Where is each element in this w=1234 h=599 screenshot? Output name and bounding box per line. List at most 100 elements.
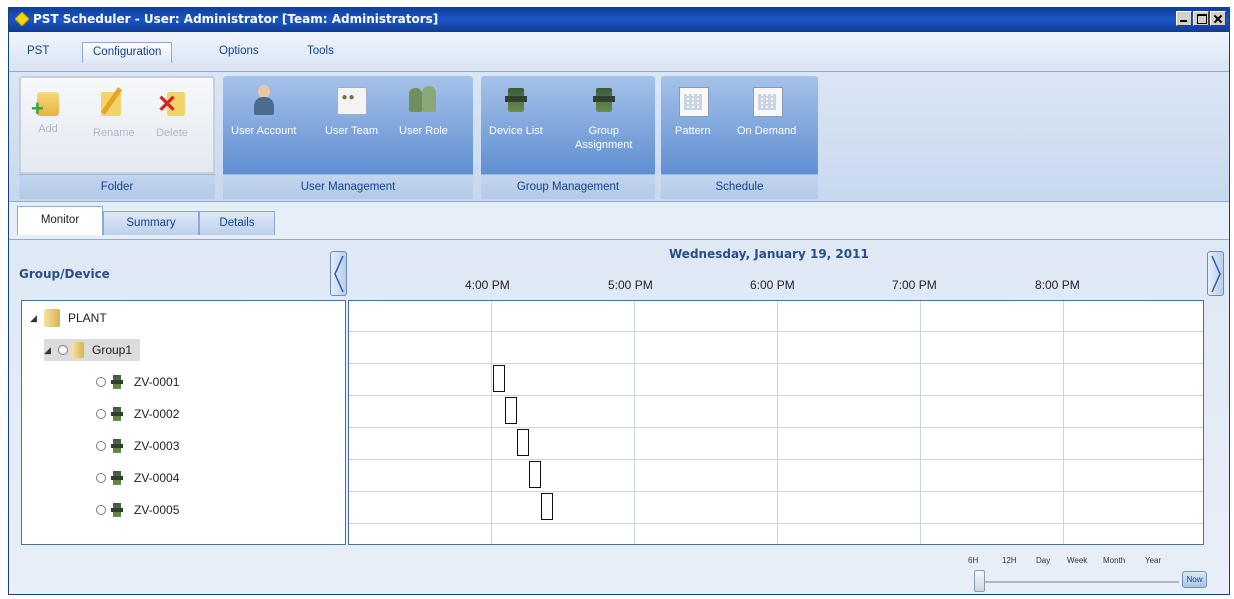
view-tabs: Monitor Summary Details — [9, 203, 1229, 239]
rename-folder-button[interactable]: Rename — [93, 86, 135, 140]
device-icon — [110, 502, 124, 518]
tree-node-label: ZV-0004 — [134, 471, 180, 485]
tree-node-device[interactable]: ZV-0003 — [96, 435, 179, 457]
scroll-right-button[interactable] — [1207, 251, 1224, 296]
schedule-bar[interactable] — [493, 365, 505, 392]
device-icon — [110, 406, 124, 422]
folder-icon — [72, 342, 84, 358]
monitor-panel: Group/Device Wednesday, January 19, 2011… — [9, 239, 1229, 594]
ribbon-group-label: Group Management — [481, 174, 655, 199]
user-account-button[interactable]: User Account — [231, 84, 296, 138]
hour-label: 6:00 PM — [750, 278, 795, 292]
user-account-icon — [247, 84, 281, 118]
chevron-right-icon — [1211, 255, 1221, 293]
select-radio[interactable] — [96, 441, 106, 451]
tree-node-group1[interactable]: ◢ Group1 — [44, 339, 141, 361]
ribbon-group-label: User Management — [223, 174, 473, 199]
folder-icon — [44, 309, 60, 327]
ribbon-group-label: Schedule — [661, 174, 818, 199]
folder-add-icon — [31, 92, 59, 122]
pattern-icon — [676, 84, 710, 118]
timeline-date: Wednesday, January 19, 2011 — [669, 247, 869, 261]
menu-tab-tools[interactable]: Tools — [297, 42, 344, 63]
select-radio[interactable] — [96, 409, 106, 419]
device-icon — [110, 374, 124, 390]
user-role-icon — [406, 84, 440, 118]
select-radio[interactable] — [96, 377, 106, 387]
group-device-header: Group/Device — [19, 267, 110, 281]
tree-node-label: Group1 — [92, 343, 133, 357]
window-title: PST Scheduler - User: Administrator [Tea… — [33, 12, 439, 26]
hour-label: 5:00 PM — [608, 278, 653, 292]
tree-node-label: ZV-0003 — [134, 439, 180, 453]
select-radio[interactable] — [58, 345, 68, 355]
schedule-bar[interactable] — [541, 493, 553, 520]
delete-icon — [155, 86, 189, 120]
ribbon-group-group-management: Device List Group Assignment Group Manag… — [481, 76, 655, 199]
pattern-button[interactable]: Pattern — [675, 84, 710, 138]
user-team-button[interactable]: User Team — [325, 84, 378, 138]
ribbon: Add Rename Delete Folder User Account — [9, 71, 1229, 202]
select-radio[interactable] — [96, 473, 106, 483]
tab-monitor[interactable]: Monitor — [17, 206, 103, 235]
rename-icon — [97, 86, 131, 120]
zoom-label-week[interactable]: Week — [1067, 556, 1087, 565]
menu-tab-configuration[interactable]: Configuration — [82, 42, 173, 63]
zoom-slider-thumb[interactable] — [974, 570, 985, 592]
tree-node-label: ZV-0002 — [134, 407, 180, 421]
zoom-label-day[interactable]: Day — [1036, 556, 1050, 565]
tree-node-plant[interactable]: ◢ PLANT — [30, 307, 107, 329]
group-device-tree: ◢ PLANT ◢ Group1 ZV-0001 ZV-0002 ZV-0003… — [21, 300, 346, 545]
ribbon-group-folder: Add Rename Delete Folder — [19, 76, 215, 199]
hour-label: 4:00 PM — [465, 278, 510, 292]
title-bar[interactable]: PST Scheduler - User: Administrator [Tea… — [9, 8, 1229, 32]
tree-node-device[interactable]: ZV-0002 — [96, 403, 179, 425]
maximize-button[interactable] — [1193, 11, 1209, 26]
tree-node-device[interactable]: ZV-0001 — [96, 371, 179, 393]
add-folder-button[interactable]: Add — [31, 86, 59, 136]
user-role-button[interactable]: User Role — [399, 84, 448, 138]
zoom-label-year[interactable]: Year — [1145, 556, 1161, 565]
tree-node-label: ZV-0005 — [134, 503, 180, 517]
delete-folder-button[interactable]: Delete — [155, 86, 189, 140]
app-diamond-icon — [15, 12, 29, 26]
menu-tab-options[interactable]: Options — [209, 42, 269, 63]
ribbon-group-user-management: User Account User Team User Role User Ma… — [223, 76, 473, 199]
tree-node-device[interactable]: ZV-0005 — [96, 499, 179, 521]
select-radio[interactable] — [96, 505, 106, 515]
now-button[interactable]: Now — [1182, 571, 1207, 588]
tab-details[interactable]: Details — [199, 211, 275, 235]
main-window: PST Scheduler - User: Administrator [Tea… — [8, 7, 1230, 595]
zoom-label-month[interactable]: Month — [1103, 556, 1125, 565]
zoom-label-12h[interactable]: 12H — [1002, 556, 1017, 565]
menu-tab-pst[interactable]: PST — [17, 42, 59, 63]
tree-node-label: ZV-0001 — [134, 375, 180, 389]
expand-icon[interactable]: ◢ — [30, 313, 40, 324]
ribbon-group-label: Folder — [19, 174, 215, 199]
hour-label: 7:00 PM — [892, 278, 937, 292]
on-demand-button[interactable]: On Demand — [737, 84, 796, 138]
schedule-bar[interactable] — [505, 397, 517, 424]
schedule-bar[interactable] — [517, 429, 529, 456]
tree-node-device[interactable]: ZV-0004 — [96, 467, 179, 489]
tab-summary[interactable]: Summary — [103, 211, 199, 235]
device-icon — [110, 470, 124, 486]
chevron-left-icon — [334, 255, 344, 293]
menu-bar: PST Configuration Options Tools — [9, 32, 1229, 72]
schedule-bar[interactable] — [529, 461, 541, 488]
tree-node-label: PLANT — [68, 311, 107, 325]
ribbon-group-schedule: Pattern On Demand Schedule — [661, 76, 818, 199]
device-list-button[interactable]: Device List — [489, 84, 543, 138]
close-button[interactable] — [1210, 11, 1226, 26]
expand-icon[interactable]: ◢ — [44, 345, 54, 356]
zoom-label-6h[interactable]: 6H — [968, 556, 978, 565]
zoom-slider-track[interactable] — [979, 581, 1179, 583]
scroll-left-button[interactable] — [330, 251, 347, 296]
user-team-icon — [334, 84, 368, 118]
group-assignment-button[interactable]: Group Assignment — [575, 84, 632, 152]
on-demand-icon — [750, 84, 784, 118]
minimize-button[interactable] — [1176, 11, 1192, 26]
schedule-timeline-grid[interactable] — [348, 300, 1204, 545]
group-assignment-icon — [587, 84, 621, 118]
window-controls — [1175, 11, 1226, 26]
